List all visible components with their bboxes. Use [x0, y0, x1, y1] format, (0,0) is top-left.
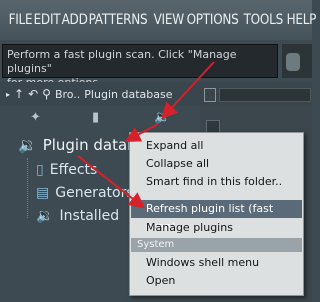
menu-item-open[interactable]: Open	[146, 272, 175, 290]
tree-item-label: Installed	[59, 208, 120, 224]
search-icon[interactable]: ⚲	[42, 87, 51, 101]
menu-section-system: System	[131, 238, 302, 252]
tree-item-effects[interactable]: ▯ Effects	[36, 162, 97, 178]
panel-toggle-icon[interactable]	[204, 88, 216, 102]
tree-item-generators[interactable]: ▤ Generators	[36, 185, 134, 201]
hint-side-panel	[282, 44, 312, 78]
browser-title: Plugin database	[84, 87, 173, 101]
menu-item-smart-find[interactable]: Smart find in this folder..	[146, 173, 282, 191]
generators-icon: ▤	[36, 185, 50, 201]
speaker-icon: 🔉	[18, 136, 37, 154]
main-menu-bar: FILE EDIT ADD PATTERNS VIEW OPTIONS TOOL…	[0, 0, 316, 40]
menu-patterns[interactable]: PATTERNS	[86, 12, 150, 28]
hint-panel: Perform a fast plugin scan. Click "Manag…	[2, 44, 278, 89]
master-knob-icon[interactable]	[286, 53, 300, 71]
tree-item-installed[interactable]: 🔉 Installed	[36, 208, 119, 224]
right-panel-bar	[219, 88, 311, 102]
effects-icon: ▯	[36, 162, 44, 178]
hint-line-1: Perform a fast plugin scan. Click "Manag…	[7, 48, 237, 75]
menu-options[interactable]: OPTIONS	[184, 12, 241, 28]
tree-item-label: Effects	[49, 162, 98, 178]
context-menu: Expand all Collapse all Smart find in th…	[129, 132, 304, 296]
menu-view[interactable]: VIEW	[151, 12, 186, 28]
speaker-icon[interactable]: 🔉	[154, 110, 170, 125]
up-arrow-icon[interactable]: ↑	[14, 87, 24, 101]
menu-help[interactable]: HELP	[284, 12, 319, 28]
browser-tool-row: ✦ ▮ 🔉	[0, 106, 200, 130]
browser-header: ▸ ↑ ↶ ⚲ Bro.. Plugin database	[0, 82, 200, 106]
browser-prefix: Bro..	[54, 87, 81, 101]
browser-menu-arrow-icon[interactable]: ▸	[6, 90, 10, 99]
menu-item-manage-plugins[interactable]: Manage plugins	[146, 219, 233, 237]
menu-item-collapse-all[interactable]: Collapse all	[146, 155, 209, 173]
tree-guide-line	[27, 158, 29, 218]
menu-tools[interactable]: TOOLS	[241, 12, 286, 28]
back-icon[interactable]: ↶	[28, 87, 38, 101]
file-icon[interactable]: ▮	[92, 110, 99, 125]
tree-item-label: Generators	[55, 185, 134, 201]
menu-item-expand-all[interactable]: Expand all	[146, 137, 204, 155]
browser-right-header	[200, 82, 312, 106]
menu-item-windows-shell[interactable]: Windows shell menu	[146, 254, 259, 272]
menu-item-refresh-plugin-list[interactable]: Refresh plugin list (fast scan)	[146, 200, 303, 233]
collapse-icon[interactable]: ✦	[30, 110, 41, 125]
menu-edit[interactable]: EDIT	[31, 12, 63, 28]
speaker-icon: 🔉	[36, 208, 54, 224]
